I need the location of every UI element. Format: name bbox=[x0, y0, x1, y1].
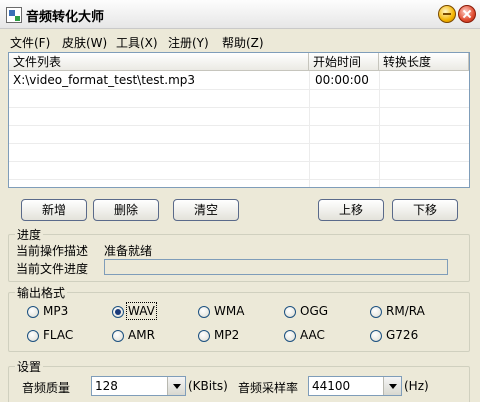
row-divider bbox=[9, 161, 469, 162]
format-radio-amr[interactable] bbox=[112, 330, 124, 342]
audio-quality-select[interactable]: 128 bbox=[91, 376, 186, 396]
close-button[interactable] bbox=[458, 5, 476, 23]
file-list[interactable]: 文件列表 开始时间 转换长度 X:\video_format_test\test… bbox=[8, 52, 470, 188]
column-header-length[interactable]: 转换长度 bbox=[379, 53, 469, 71]
format-radio-wav[interactable] bbox=[112, 306, 124, 318]
title-bar[interactable]: 音频转化大师 bbox=[0, 0, 480, 29]
format-label-ogg[interactable]: OGG bbox=[300, 304, 328, 318]
format-label-rm-ra[interactable]: RM/RA bbox=[386, 304, 425, 318]
format-radio-aac[interactable] bbox=[284, 330, 296, 342]
window-title: 音频转化大师 bbox=[26, 10, 105, 25]
output-format-title: 输出格式 bbox=[15, 284, 68, 301]
format-label-aac[interactable]: AAC bbox=[300, 328, 325, 342]
menu-help[interactable]: 帮助(Z) bbox=[222, 34, 264, 51]
app-icon bbox=[6, 7, 22, 23]
clear-button[interactable]: 清空 bbox=[173, 199, 239, 221]
format-label-mp2[interactable]: MP2 bbox=[214, 328, 239, 342]
format-radio-wma[interactable] bbox=[198, 306, 210, 318]
app-window: 音频转化大师 文件(F) 皮肤(W) 工具(X) 注册(Y) 帮助(Z) 文件列… bbox=[0, 0, 480, 402]
format-radio-mp3[interactable] bbox=[27, 306, 39, 318]
format-label-wma[interactable]: WMA bbox=[214, 304, 244, 318]
current-file-progress-label: 当前文件进度 bbox=[16, 262, 89, 276]
chevron-down-icon[interactable] bbox=[383, 377, 401, 395]
format-radio-flac[interactable] bbox=[27, 330, 39, 342]
file-progress-bar bbox=[104, 259, 448, 275]
format-label-mp3[interactable]: MP3 bbox=[43, 304, 68, 318]
progress-group-title: 进度 bbox=[15, 226, 44, 243]
minimize-button[interactable] bbox=[438, 5, 456, 23]
add-button[interactable]: 新增 bbox=[21, 199, 87, 221]
row-divider bbox=[9, 143, 469, 144]
sample-rate-value: 44100 bbox=[312, 379, 351, 393]
start-time-cell: 00:00:00 bbox=[315, 73, 369, 87]
format-radio-rm-ra[interactable] bbox=[370, 306, 382, 318]
sample-rate-unit: (Hz) bbox=[404, 379, 429, 393]
chevron-down-icon[interactable] bbox=[167, 377, 185, 395]
current-operation-value: 准备就绪 bbox=[104, 244, 153, 258]
format-label-amr[interactable]: AMR bbox=[128, 328, 155, 342]
move-up-button[interactable]: 上移 bbox=[318, 199, 384, 221]
audio-quality-label: 音频质量 bbox=[22, 381, 71, 395]
column-header-file[interactable]: 文件列表 bbox=[9, 53, 309, 71]
file-path-cell: X:\video_format_test\test.mp3 bbox=[13, 73, 196, 87]
output-format-group: 输出格式 bbox=[8, 284, 470, 352]
format-radio-g726[interactable] bbox=[370, 330, 382, 342]
format-radio-ogg[interactable] bbox=[284, 306, 296, 318]
row-divider bbox=[9, 89, 469, 90]
menu-file[interactable]: 文件(F) bbox=[10, 34, 50, 51]
column-header-start-time[interactable]: 开始时间 bbox=[309, 53, 379, 71]
sample-rate-label: 音频采样率 bbox=[238, 381, 299, 395]
format-radio-mp2[interactable] bbox=[198, 330, 210, 342]
move-down-button[interactable]: 下移 bbox=[392, 199, 458, 221]
row-divider bbox=[9, 179, 469, 180]
menu-tools[interactable]: 工具(X) bbox=[116, 34, 158, 51]
current-operation-label: 当前操作描述 bbox=[16, 244, 89, 258]
row-divider bbox=[9, 107, 469, 108]
settings-title: 设置 bbox=[15, 358, 44, 375]
sample-rate-select[interactable]: 44100 bbox=[308, 376, 402, 396]
menu-bar: 文件(F) 皮肤(W) 工具(X) 注册(Y) 帮助(Z) bbox=[0, 30, 480, 52]
row-divider bbox=[9, 125, 469, 126]
menu-skin[interactable]: 皮肤(W) bbox=[62, 34, 107, 51]
format-label-flac[interactable]: FLAC bbox=[43, 328, 73, 342]
format-label-g726[interactable]: G726 bbox=[386, 328, 418, 342]
format-label-wav[interactable]: WAV bbox=[126, 302, 157, 320]
menu-register[interactable]: 注册(Y) bbox=[168, 34, 209, 51]
audio-quality-value: 128 bbox=[95, 379, 118, 393]
delete-button[interactable]: 删除 bbox=[93, 199, 159, 221]
audio-quality-unit: (KBits) bbox=[188, 379, 228, 393]
